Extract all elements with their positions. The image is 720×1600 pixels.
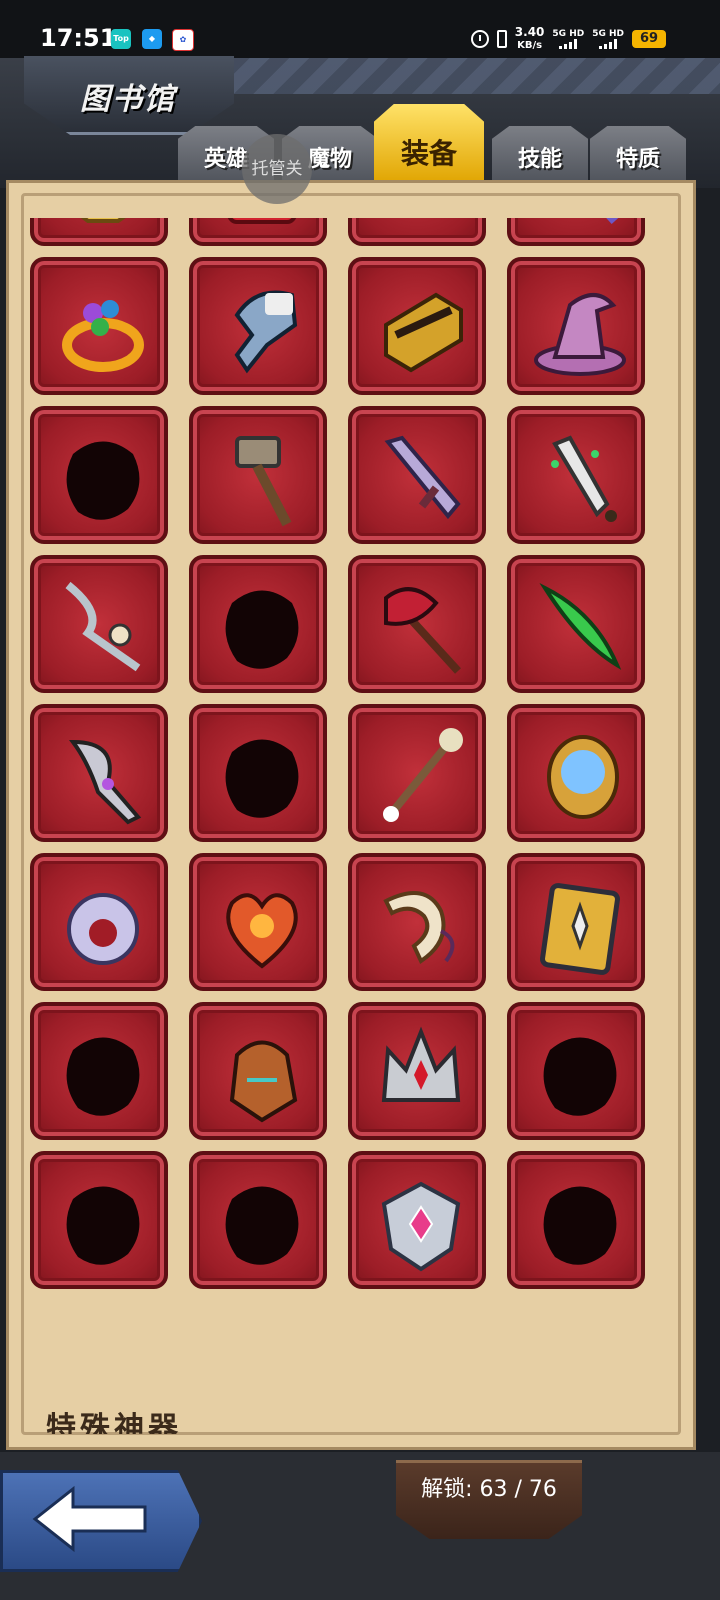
curved-dagger-icon bbox=[68, 739, 142, 825]
silver-crown-icon bbox=[381, 1026, 461, 1102]
molten-heart-icon bbox=[226, 893, 298, 969]
emerald-blade-icon bbox=[539, 582, 622, 670]
status-icons: 3.40 KB/s 5G HD 5G HD 69 bbox=[470, 26, 666, 52]
alarm-icon bbox=[470, 30, 489, 48]
equipment-tile[interactable] bbox=[30, 704, 168, 842]
war-horn-icon bbox=[383, 891, 455, 964]
header-decoration bbox=[230, 58, 720, 94]
witch-hat-icon bbox=[534, 293, 626, 376]
sapphire-orb-icon bbox=[547, 735, 619, 819]
gem-staff-icon bbox=[606, 218, 619, 225]
unknown-silhouette-icon bbox=[66, 1037, 140, 1116]
equipment-tile[interactable] bbox=[30, 1151, 168, 1289]
equipment-tile[interactable] bbox=[348, 704, 486, 842]
equipment-grid bbox=[30, 218, 647, 1289]
signal-bars-icon bbox=[559, 39, 578, 49]
equipment-tile[interactable] bbox=[507, 853, 645, 991]
net-speed-value: 3.40 bbox=[514, 25, 545, 39]
equipment-tile[interactable] bbox=[30, 853, 168, 991]
sim1-signal: 5G HD bbox=[552, 29, 584, 49]
equipment-tile[interactable] bbox=[507, 555, 645, 693]
equipment-tile[interactable] bbox=[189, 1002, 327, 1140]
spectral-gauntlet-icon bbox=[234, 290, 298, 374]
unknown-silhouette-icon bbox=[66, 1186, 140, 1265]
unlock-counter: 解锁: 63 / 76 bbox=[396, 1460, 582, 1539]
equipment-tile[interactable] bbox=[189, 406, 327, 544]
unknown-silhouette-icon bbox=[225, 590, 299, 669]
equipment-tile[interactable] bbox=[189, 1151, 327, 1289]
hammer-icon bbox=[235, 436, 292, 527]
sim1-label: 5G HD bbox=[552, 29, 585, 39]
auto-toggle-button[interactable]: 托管关 bbox=[242, 134, 312, 204]
equipment-tile[interactable] bbox=[507, 406, 645, 544]
bronze-helm-icon bbox=[229, 1040, 298, 1123]
equipment-tile[interactable] bbox=[189, 257, 327, 395]
equipment-tile[interactable] bbox=[507, 704, 645, 842]
equipment-tile[interactable] bbox=[30, 406, 168, 544]
equipment-tile[interactable] bbox=[348, 406, 486, 544]
equipment-tile[interactable] bbox=[348, 1002, 486, 1140]
spiked-shield-icon bbox=[540, 883, 620, 975]
equipment-tile[interactable] bbox=[189, 218, 327, 246]
sim2-label: 5G HD bbox=[592, 29, 624, 39]
gold-bracer-icon bbox=[384, 292, 463, 373]
unlock-value: 63 / 76 bbox=[479, 1477, 557, 1502]
status-bar: 17:51 Top ◆ ✿ 3.40 KB/s 5G HD 5G HD 69 bbox=[0, 0, 720, 58]
unknown-silhouette-icon bbox=[543, 1037, 617, 1116]
next-section-title: 特殊神器 bbox=[46, 1404, 346, 1434]
back-arrow-icon bbox=[32, 1485, 147, 1553]
equipment-tile[interactable] bbox=[507, 1002, 645, 1140]
unknown-silhouette-icon bbox=[225, 1186, 299, 1265]
tab-skills[interactable]: 技能 bbox=[492, 126, 588, 184]
equipment-tile[interactable] bbox=[348, 218, 486, 246]
jeweled-crest-icon bbox=[381, 1181, 461, 1272]
next-section-title-text: 特殊神器 bbox=[46, 1411, 182, 1434]
equipment-tile[interactable] bbox=[507, 218, 645, 246]
sim2-signal: 5G HD bbox=[592, 29, 624, 49]
lily-staff-icon bbox=[382, 728, 463, 823]
unlock-label: 解锁: bbox=[421, 1477, 473, 1502]
bone-blade-icon bbox=[65, 581, 141, 672]
net-speed-unit: KB/s bbox=[517, 40, 543, 51]
clock: 17:51 bbox=[40, 24, 117, 52]
unknown-silhouette-icon bbox=[543, 1186, 617, 1265]
top-app-icon: Top bbox=[111, 29, 131, 49]
equipment-tile[interactable] bbox=[507, 257, 645, 395]
page-title: 图书馆 bbox=[80, 82, 176, 117]
equipment-tile[interactable] bbox=[348, 853, 486, 991]
red-book-icon bbox=[227, 218, 297, 224]
equipment-tile[interactable] bbox=[189, 704, 327, 842]
qq-icon: ◆ bbox=[142, 29, 162, 49]
equipment-tile[interactable] bbox=[30, 218, 168, 246]
equipment-tile[interactable] bbox=[30, 257, 168, 395]
equipment-tile[interactable] bbox=[189, 853, 327, 991]
green-dagger-icon bbox=[551, 435, 617, 522]
equipment-tile[interactable] bbox=[507, 1151, 645, 1289]
unknown-silhouette-icon bbox=[66, 441, 140, 520]
equipment-tile[interactable] bbox=[348, 257, 486, 395]
equipment-tile[interactable] bbox=[30, 555, 168, 693]
unknown-silhouette-icon bbox=[225, 739, 299, 818]
gold-helmet-icon bbox=[80, 218, 126, 223]
equipment-grid-viewport[interactable] bbox=[30, 218, 666, 1378]
baidu-icon: ✿ bbox=[172, 29, 194, 51]
purple-greatsword-icon bbox=[384, 435, 461, 520]
equipment-tile[interactable] bbox=[348, 555, 486, 693]
equipment-tile[interactable] bbox=[348, 1151, 486, 1289]
tab-equipment[interactable]: 装备 bbox=[374, 104, 484, 184]
net-speed: 3.40 KB/s bbox=[515, 26, 545, 52]
back-button[interactable] bbox=[0, 1470, 202, 1572]
tab-traits[interactable]: 特质 bbox=[590, 126, 686, 184]
ruby-amulet-icon bbox=[366, 218, 476, 236]
gem-ring-icon bbox=[62, 300, 144, 372]
equipment-tile[interactable] bbox=[189, 555, 327, 693]
crystal-ring-icon bbox=[67, 893, 139, 965]
equipment-tile[interactable] bbox=[30, 1002, 168, 1140]
crimson-axe-icon bbox=[384, 587, 461, 674]
vibrate-icon bbox=[496, 30, 507, 48]
signal-bars-icon bbox=[599, 39, 618, 49]
battery-indicator: 69 bbox=[632, 30, 666, 48]
